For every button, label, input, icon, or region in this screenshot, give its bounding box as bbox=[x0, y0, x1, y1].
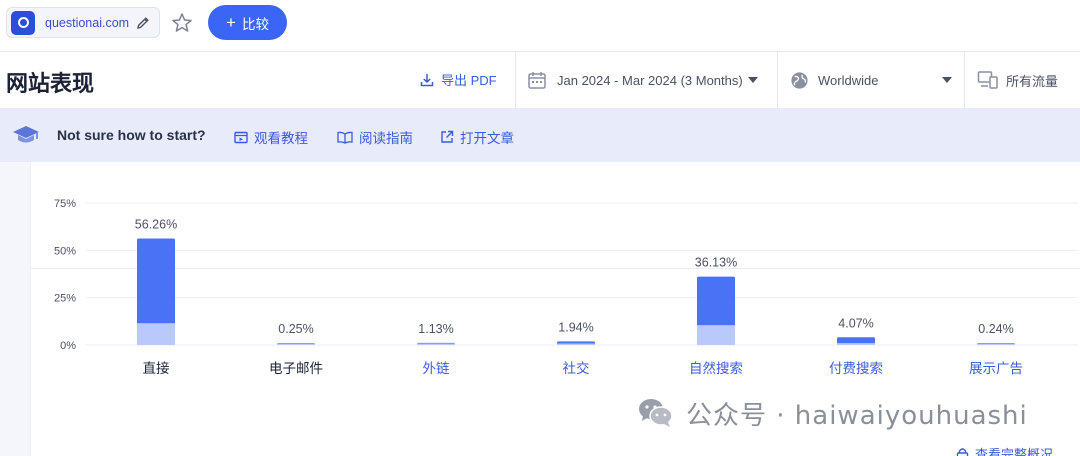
chevron-down-icon bbox=[942, 77, 952, 83]
pencil-icon[interactable] bbox=[135, 15, 151, 31]
export-label: 导出 PDF bbox=[441, 73, 497, 88]
header-divider bbox=[964, 52, 965, 108]
watermark: 公众号 · haiwaiyouhuashi bbox=[638, 394, 1028, 432]
data-label: 0.25% bbox=[278, 322, 313, 336]
category-label: 电子邮件 bbox=[269, 361, 323, 377]
y-tick-label: 50% bbox=[54, 245, 76, 257]
page-header: 网站表现 导出 PDF Jan 2024 - Mar 2024 (3 Month… bbox=[0, 52, 1080, 108]
help-prompt: Not sure how to start? bbox=[57, 127, 206, 143]
compare-button[interactable]: + 比较 bbox=[208, 5, 287, 40]
header-divider bbox=[515, 52, 516, 108]
region-value: Worldwide bbox=[818, 72, 879, 88]
category-label: 自然搜索 bbox=[689, 360, 743, 377]
traffic-channels-chart: 0% 25% 50% 75% 56.26% 直接 0.25% 电子邮件 1.13% 外链 1.94%… bbox=[54, 198, 1078, 377]
category-label: 直接 bbox=[143, 360, 170, 377]
download-icon bbox=[420, 73, 434, 86]
y-tick-label: 25% bbox=[54, 293, 76, 305]
category-label: 付费搜索 bbox=[829, 361, 883, 377]
chevron-down-icon bbox=[747, 77, 758, 83]
domain-chip[interactable]: questionai.com bbox=[6, 7, 160, 38]
bar-segment bbox=[557, 343, 595, 345]
full-overview-label: 查看完整概况 bbox=[975, 447, 1054, 456]
data-label: 0.24% bbox=[978, 322, 1013, 336]
calendar-icon bbox=[528, 72, 546, 89]
y-tick-label: 0% bbox=[60, 340, 76, 352]
header-divider bbox=[777, 52, 778, 108]
help-link-label: 阅读指南 bbox=[359, 131, 413, 146]
watch-tutorial-link[interactable]: 观看教程 bbox=[234, 127, 308, 147]
bar-segment bbox=[837, 343, 875, 345]
traffic-type-picker[interactable]: 所有流量 bbox=[977, 68, 1058, 92]
help-link-label: 打开文章 bbox=[460, 131, 514, 146]
view-full-overview-link[interactable]: 查看完整概况 bbox=[956, 444, 1053, 456]
export-pdf-button[interactable]: 导出 PDF bbox=[420, 70, 497, 89]
bar-segment bbox=[137, 323, 175, 345]
compare-label: 比较 bbox=[241, 16, 269, 32]
category-label: 展示广告 bbox=[969, 361, 1023, 377]
category-label: 社交 bbox=[563, 360, 590, 377]
data-label: 36.13% bbox=[695, 256, 737, 270]
site-logo-icon bbox=[11, 10, 35, 35]
date-range-picker[interactable]: Jan 2024 - Mar 2024 (3 Months) bbox=[527, 68, 758, 92]
page-title: 网站表现 bbox=[6, 71, 95, 96]
external-link-icon bbox=[441, 130, 454, 143]
plus-icon: + bbox=[226, 13, 236, 32]
star-icon[interactable] bbox=[170, 11, 194, 35]
data-label: 1.13% bbox=[418, 322, 453, 336]
top-bar: questionai.com + 比较 bbox=[0, 0, 1080, 52]
watermark-text: 公众号 · haiwaiyouhuashi bbox=[686, 400, 1028, 431]
video-icon bbox=[234, 131, 248, 143]
book-icon bbox=[337, 131, 353, 144]
traffic-type-value: 所有流量 bbox=[1006, 73, 1059, 89]
data-label: 1.94% bbox=[558, 320, 593, 334]
domain-name: questionai.com bbox=[45, 15, 130, 30]
help-banner: Not sure how to start? 观看教程 阅读指南 打开文章 bbox=[0, 108, 1080, 162]
data-label: 56.26% bbox=[135, 217, 177, 231]
bar-segment bbox=[977, 343, 1015, 345]
region-picker[interactable]: Worldwide bbox=[790, 68, 954, 92]
bar-segment bbox=[417, 343, 455, 345]
data-label: 4.07% bbox=[838, 316, 873, 330]
y-tick-label: 75% bbox=[54, 198, 76, 210]
help-link-label: 观看教程 bbox=[254, 131, 308, 146]
globe-icon bbox=[791, 71, 808, 89]
open-article-link[interactable]: 打开文章 bbox=[440, 127, 514, 147]
lock-icon bbox=[956, 447, 969, 456]
devices-icon bbox=[977, 71, 998, 89]
wechat-icon bbox=[639, 399, 673, 427]
read-guide-link[interactable]: 阅读指南 bbox=[337, 127, 413, 147]
category-label: 外链 bbox=[423, 361, 450, 377]
date-range-value: Jan 2024 - Mar 2024 (3 Months) bbox=[557, 72, 743, 88]
graduation-cap-icon bbox=[13, 126, 39, 143]
bar-segment bbox=[697, 325, 735, 345]
bar-segment bbox=[277, 343, 315, 345]
